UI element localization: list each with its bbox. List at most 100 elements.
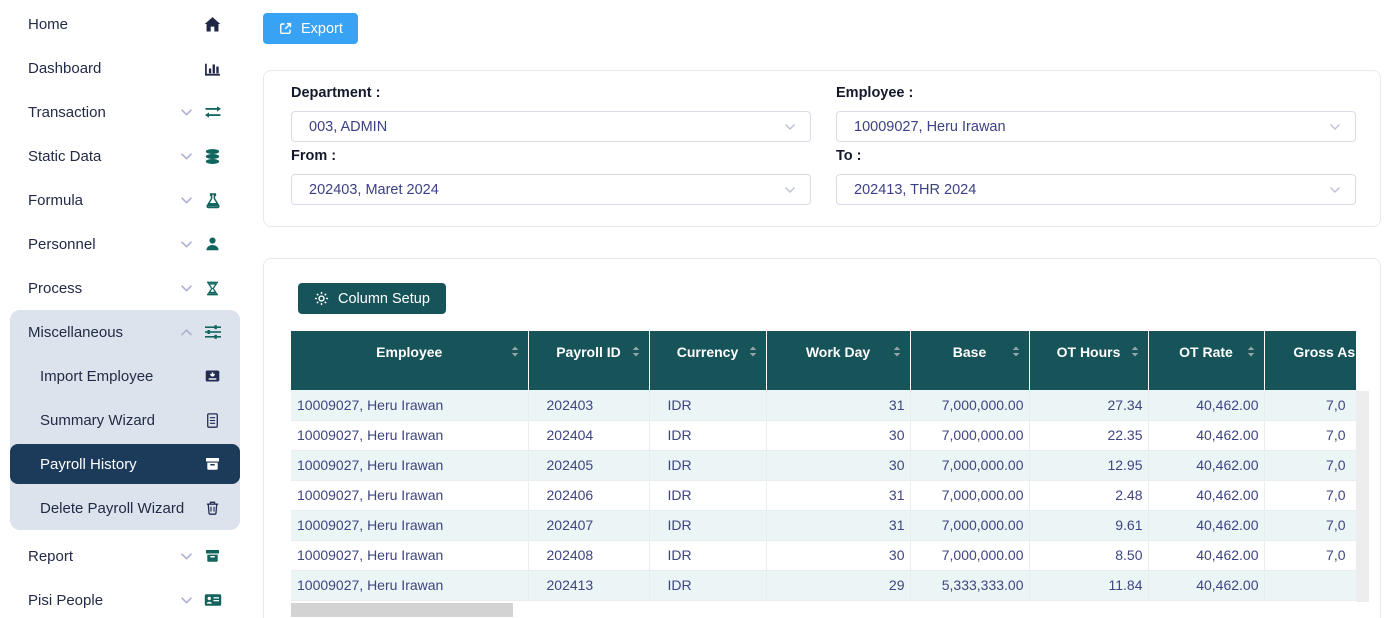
archive-icon xyxy=(203,456,222,472)
filter-column-left: Department : 003, ADMIN From : 202403, M… xyxy=(291,71,811,228)
export-button-label: Export xyxy=(301,21,343,37)
bar-chart-icon xyxy=(203,60,222,77)
sidebar-item-miscellaneous[interactable]: Miscellaneous xyxy=(10,310,240,354)
sort-icon[interactable] xyxy=(747,345,759,361)
sidebar-item-label: Home xyxy=(28,16,203,33)
column-header-employee[interactable]: Employee xyxy=(291,331,528,390)
gear-icon xyxy=(314,291,329,306)
table-row[interactable]: 10009027, Heru Irawan202403IDR317,000,00… xyxy=(291,390,1356,420)
hourglass-icon xyxy=(203,280,222,297)
sort-icon[interactable] xyxy=(1129,345,1141,361)
table-row[interactable]: 10009027, Heru Irawan202405IDR307,000,00… xyxy=(291,450,1356,480)
employee-value: 10009027, Heru Irawan xyxy=(854,119,1006,135)
sort-icon[interactable] xyxy=(891,345,903,361)
sidebar-item-label: Import Employee xyxy=(40,368,203,385)
import-icon xyxy=(203,368,222,384)
transfer-arrows-icon xyxy=(203,104,222,120)
sidebar-item-static-data[interactable]: Static Data xyxy=(0,134,250,178)
sidebar-item-label: Personnel xyxy=(28,236,181,253)
sidebar-item-label: Pisi People xyxy=(28,592,181,609)
chevron-down-icon xyxy=(181,553,192,560)
column-header-gross[interactable]: Gross As xyxy=(1264,331,1356,390)
export-button[interactable]: Export xyxy=(263,13,358,44)
to-value: 202413, THR 2024 xyxy=(854,182,976,198)
employee-label: Employee : xyxy=(836,85,913,101)
flask-icon xyxy=(203,192,222,209)
chevron-down-icon xyxy=(181,285,192,292)
sidebar-item-label: Payroll History xyxy=(40,456,203,473)
chevron-down-icon xyxy=(181,109,192,116)
column-header-payroll-id[interactable]: Payroll ID xyxy=(528,331,649,390)
chevron-down-icon xyxy=(181,597,192,604)
table-row[interactable]: 10009027, Heru Irawan202408IDR307,000,00… xyxy=(291,540,1356,570)
filter-panel: Department : 003, ADMIN From : 202403, M… xyxy=(263,70,1381,227)
from-select[interactable]: 202403, Maret 2024 xyxy=(291,174,811,205)
table-row[interactable]: 10009027, Heru Irawan202404IDR307,000,00… xyxy=(291,420,1356,450)
chevron-down-icon xyxy=(784,123,796,131)
sidebar-item-delete-payroll-wizard[interactable]: Delete Payroll Wizard xyxy=(10,486,240,530)
department-value: 003, ADMIN xyxy=(309,119,387,135)
filter-column-right: Employee : 10009027, Heru Irawan To : 20… xyxy=(836,71,1356,228)
sidebar-item-transaction[interactable]: Transaction xyxy=(0,90,250,134)
sidebar-item-label: Dashboard xyxy=(28,60,203,77)
sidebar-item-label: Summary Wizard xyxy=(40,412,203,429)
sidebar-item-process[interactable]: Process xyxy=(0,266,250,310)
sidebar-item-label: Formula xyxy=(28,192,181,209)
sidebar-item-pisi-people[interactable]: Pisi People xyxy=(0,578,250,618)
to-label: To : xyxy=(836,148,862,164)
table-row[interactable]: 10009027, Heru Irawan202413IDR295,333,33… xyxy=(291,570,1356,600)
database-icon xyxy=(203,148,222,165)
sliders-icon xyxy=(203,324,222,340)
sidebar-item-label: Static Data xyxy=(28,148,181,165)
department-select[interactable]: 003, ADMIN xyxy=(291,111,811,142)
sort-icon[interactable] xyxy=(1010,345,1022,361)
export-icon xyxy=(278,21,293,36)
column-setup-button[interactable]: Column Setup xyxy=(298,283,446,314)
column-header-work-day[interactable]: Work Day xyxy=(766,331,910,390)
chevron-down-icon xyxy=(181,153,192,160)
sidebar-group-miscellaneous: Miscellaneous Import Employee Summary Wi… xyxy=(10,310,240,530)
to-select[interactable]: 202413, THR 2024 xyxy=(836,174,1356,205)
chevron-down-icon xyxy=(1329,186,1341,194)
sidebar-item-label: Report xyxy=(28,548,181,565)
from-value: 202403, Maret 2024 xyxy=(309,182,439,198)
sort-icon[interactable] xyxy=(509,345,521,361)
payroll-history-panel: Column Setup Employee Payroll ID Currenc… xyxy=(263,258,1381,618)
employee-select[interactable]: 10009027, Heru Irawan xyxy=(836,111,1356,142)
home-icon xyxy=(203,16,222,33)
column-header-ot-rate[interactable]: OT Rate xyxy=(1148,331,1264,390)
sort-icon[interactable] xyxy=(630,345,642,361)
sidebar: Home Dashboard Transaction Static Data F… xyxy=(0,0,250,618)
sidebar-item-home[interactable]: Home xyxy=(0,2,250,46)
sidebar-item-report[interactable]: Report xyxy=(0,534,250,578)
from-label: From : xyxy=(291,148,336,164)
sort-icon[interactable] xyxy=(1245,345,1257,361)
column-header-currency[interactable]: Currency xyxy=(649,331,766,390)
chevron-down-icon xyxy=(181,197,192,204)
table-row[interactable]: 10009027, Heru Irawan202407IDR317,000,00… xyxy=(291,510,1356,540)
sidebar-item-import-employee[interactable]: Import Employee xyxy=(10,354,240,398)
document-icon xyxy=(203,412,222,429)
sidebar-item-formula[interactable]: Formula xyxy=(0,178,250,222)
sidebar-item-dashboard[interactable]: Dashboard xyxy=(0,46,250,90)
chevron-down-icon xyxy=(1329,123,1341,131)
sidebar-item-summary-wizard[interactable]: Summary Wizard xyxy=(10,398,240,442)
id-card-icon xyxy=(203,592,222,608)
payroll-table: Employee Payroll ID Currency Work Day Ba… xyxy=(291,331,1356,601)
chevron-up-icon xyxy=(181,329,192,336)
sidebar-item-label: Miscellaneous xyxy=(28,324,181,341)
column-setup-label: Column Setup xyxy=(338,291,430,307)
column-header-ot-hours[interactable]: OT Hours xyxy=(1029,331,1148,390)
sidebar-item-payroll-history[interactable]: Payroll History xyxy=(10,444,240,484)
report-archive-icon xyxy=(203,548,222,564)
column-header-base[interactable]: Base xyxy=(910,331,1029,390)
sidebar-item-personnel[interactable]: Personnel xyxy=(0,222,250,266)
horizontal-scrollbar-thumb[interactable] xyxy=(291,603,513,617)
table-header-row: Employee Payroll ID Currency Work Day Ba… xyxy=(291,331,1356,390)
person-icon xyxy=(203,236,222,252)
sidebar-item-label: Transaction xyxy=(28,104,181,121)
table-row[interactable]: 10009027, Heru Irawan202406IDR317,000,00… xyxy=(291,480,1356,510)
payroll-table-viewport: Employee Payroll ID Currency Work Day Ba… xyxy=(291,331,1356,603)
sidebar-item-label: Delete Payroll Wizard xyxy=(40,500,203,517)
vertical-scrollbar[interactable] xyxy=(1356,391,1369,602)
